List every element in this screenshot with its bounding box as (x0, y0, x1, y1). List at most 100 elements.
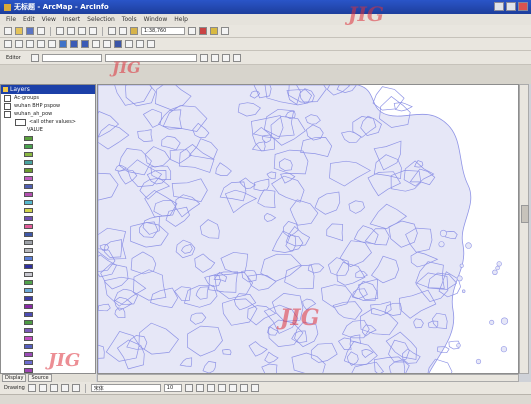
hyperlink-icon[interactable] (147, 40, 155, 48)
island (456, 343, 461, 348)
rotate-tool-icon[interactable] (211, 53, 219, 62)
menu-item-edit[interactable]: Edit (23, 16, 35, 23)
scale-field[interactable]: 1:38,760 (141, 27, 185, 35)
select-elements-icon[interactable] (103, 40, 111, 48)
attributes-icon[interactable] (222, 53, 230, 62)
layer-row-wuhan-ah[interactable]: wuhan_ah_pow (1, 110, 95, 118)
full-extent-icon[interactable] (59, 40, 67, 48)
legend-swatch (24, 191, 33, 197)
legend-item (1, 246, 95, 254)
layer-row-wuhan-bhp[interactable]: wuhan BHP pspow (1, 102, 95, 110)
watermark: JIG (280, 305, 320, 331)
italic-icon[interactable] (195, 384, 204, 392)
cut-icon[interactable] (56, 27, 64, 35)
open-icon[interactable] (15, 27, 23, 35)
save-icon[interactable] (26, 27, 34, 35)
underline-icon[interactable] (206, 384, 215, 392)
menu-item-selection[interactable]: Selection (87, 16, 115, 23)
legend-item (1, 166, 95, 174)
drawing-menu[interactable]: Drawing (4, 385, 25, 391)
legend-swatch (24, 247, 33, 253)
select-elements-icon[interactable] (27, 384, 36, 392)
measure-icon[interactable] (136, 40, 144, 48)
fixed-zoom-out-icon[interactable] (37, 40, 45, 48)
menu-item-window[interactable]: Window (144, 16, 168, 23)
legend-swatch (24, 167, 33, 173)
undo-icon[interactable] (108, 27, 116, 35)
menu-item-view[interactable]: View (42, 16, 56, 23)
toc-header: Layers (1, 85, 95, 94)
print-icon[interactable] (37, 27, 45, 35)
layer-row-ac-groups[interactable]: Ac-groups (1, 94, 95, 102)
fill-color-icon[interactable] (228, 384, 237, 392)
paste-icon[interactable] (78, 27, 86, 35)
fixed-zoom-in-icon[interactable] (26, 40, 34, 48)
legend-item (1, 302, 95, 310)
close-button[interactable] (518, 2, 528, 11)
menu-item-file[interactable]: File (6, 16, 16, 23)
legend-swatch (24, 295, 33, 301)
menu-item-tools[interactable]: Tools (122, 16, 137, 23)
legend-swatch (24, 303, 33, 309)
new-icon[interactable] (4, 27, 12, 35)
drawing-toolbar: Drawing 宋体 10 (0, 382, 531, 394)
back-extent-icon[interactable] (70, 40, 78, 48)
rotate-icon[interactable] (38, 384, 47, 392)
legend-swatch (24, 359, 33, 365)
arccatalog-icon[interactable] (210, 27, 218, 35)
copy-icon[interactable] (67, 27, 75, 35)
marker-color-icon[interactable] (250, 384, 259, 392)
editor-toolbar-icon[interactable] (188, 27, 196, 35)
help-icon[interactable] (221, 27, 229, 35)
maximize-button[interactable] (506, 2, 516, 11)
task-dropdown[interactable] (42, 53, 102, 62)
legend-swatch (24, 343, 33, 349)
pan-icon[interactable] (48, 40, 56, 48)
edit-tool-icon[interactable] (31, 53, 39, 62)
layer-name: wuhan_ah_pow (14, 111, 53, 117)
tab-display[interactable]: Display (2, 374, 27, 382)
bold-icon[interactable] (184, 384, 193, 392)
legend-swatch (24, 183, 33, 189)
delete-icon[interactable] (89, 27, 97, 35)
menu-item-insert[interactable]: Insert (63, 16, 80, 23)
toc-title: Layers (10, 86, 30, 93)
menu-item-help[interactable]: Help (174, 16, 188, 23)
title-bar: 无标题 - ArcMap - ArcInfo (0, 0, 531, 14)
vertical-scrollbar[interactable] (519, 84, 529, 374)
horizontal-scrollbar[interactable] (97, 374, 519, 382)
zoom-to-selected-icon[interactable] (49, 384, 58, 392)
arctoolbox-icon[interactable] (199, 27, 207, 35)
font-size-dropdown[interactable]: 10 (163, 384, 182, 392)
add-data-icon[interactable] (130, 27, 138, 35)
checkbox-icon[interactable] (4, 102, 11, 110)
font-color-icon[interactable] (217, 384, 226, 392)
zoom-in-icon[interactable] (4, 40, 12, 48)
map-polygon (393, 102, 413, 112)
select-features-icon[interactable] (92, 40, 100, 48)
redo-icon[interactable] (119, 27, 127, 35)
legend-swatch (24, 239, 33, 245)
font-name-dropdown[interactable]: 宋体 (90, 384, 161, 392)
legend-item (1, 134, 95, 142)
legend-item (1, 318, 95, 326)
checkbox-icon[interactable] (4, 110, 11, 118)
legend-swatch (24, 159, 33, 165)
scroll-thumb[interactable] (521, 205, 529, 223)
editor-menu[interactable]: Editor (4, 53, 28, 62)
tab-source[interactable]: Source (28, 374, 52, 382)
rectangle-icon[interactable] (60, 384, 69, 392)
sketch-properties-icon[interactable] (233, 53, 241, 62)
minimize-button[interactable] (494, 2, 504, 11)
legend-item (1, 342, 95, 350)
identify-icon[interactable] (114, 40, 122, 48)
checkbox-icon[interactable] (4, 94, 11, 102)
find-icon[interactable] (125, 40, 133, 48)
text-icon[interactable] (71, 384, 80, 392)
split-tool-icon[interactable] (200, 53, 208, 62)
line-color-icon[interactable] (239, 384, 248, 392)
menu-bar: File Edit View Insert Selection Tools Window He… (0, 14, 531, 25)
zoom-out-icon[interactable] (15, 40, 23, 48)
legend-swatch (24, 151, 33, 157)
forward-extent-icon[interactable] (81, 40, 89, 48)
